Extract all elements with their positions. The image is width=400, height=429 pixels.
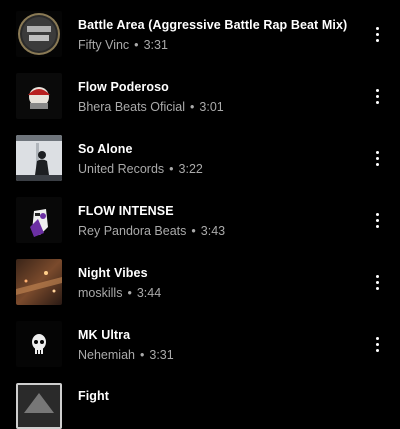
track-title: FLOW INTENSE: [78, 204, 174, 218]
track-title: So Alone: [78, 142, 133, 156]
track-duration: 3:44: [136, 286, 162, 300]
track-meta: Rey Pandora Beats • 3:43: [78, 224, 225, 238]
track-duration: 3:22: [178, 162, 203, 176]
track-artist: Bhera Beats Oficial: [78, 100, 185, 114]
more-options-icon[interactable]: [368, 23, 388, 47]
more-options-icon[interactable]: [368, 209, 388, 233]
night-city-lights-thumbnail: [16, 259, 62, 305]
separator-dot: •: [190, 100, 195, 114]
track-artist: Rey Pandora Beats: [78, 224, 187, 238]
separator-dot: •: [134, 38, 139, 52]
track-title: Night Vibes: [78, 266, 148, 280]
track-duration: 3:43: [200, 224, 226, 238]
track-title: MK Ultra: [78, 328, 131, 342]
more-options-icon[interactable]: [368, 333, 388, 357]
track-artist: United Records: [78, 162, 165, 176]
gold-coin-logo-thumbnail: [16, 11, 62, 57]
silhouette-window-thumbnail: [16, 135, 62, 181]
track-meta: United Records • 3:22: [78, 162, 203, 176]
track-duration: 3:31: [143, 38, 168, 52]
track-artist: moskills: [78, 286, 123, 300]
track-title: Battle Area (Aggressive Battle Rap Beat …: [78, 18, 348, 32]
track-artist: Nehemiah: [78, 348, 135, 362]
separator-dot: •: [191, 224, 196, 238]
track-duration: 3:01: [199, 100, 224, 114]
purple-character-thumbnail: [16, 197, 62, 243]
track-meta: Fifty Vinc • 3:31: [78, 38, 168, 52]
track-artist: Fifty Vinc: [78, 38, 130, 52]
track-list: Battle Area (Aggressive Battle Rap Beat …: [0, 0, 400, 429]
track-row-so-alone[interactable]: So Alone United Records • 3:22: [0, 127, 400, 189]
track-duration: 3:31: [149, 348, 174, 362]
separator-dot: •: [127, 286, 132, 300]
track-row-flow-poderoso[interactable]: Flow Poderoso Bhera Beats Oficial • 3:01: [0, 65, 400, 127]
skull-thumbnail: [16, 321, 62, 367]
track-row-fight[interactable]: Fight: [0, 375, 400, 429]
track-meta: Nehemiah • 3:31: [78, 348, 174, 362]
separator-dot: •: [169, 162, 174, 176]
separator-dot: •: [139, 348, 145, 362]
track-title: Flow Poderoso: [78, 80, 169, 94]
track-title: Fight: [78, 389, 110, 403]
track-row-flow-intense[interactable]: FLOW INTENSE Rey Pandora Beats • 3:43: [0, 189, 400, 251]
red-cap-character-thumbnail: [16, 73, 62, 119]
more-options-icon[interactable]: [368, 271, 388, 295]
more-options-icon[interactable]: [368, 147, 388, 171]
track-row-mk-ultra[interactable]: MK Ultra Nehemiah • 3:31: [0, 313, 400, 375]
more-options-icon[interactable]: [368, 85, 388, 109]
track-meta: Bhera Beats Oficial • 3:01: [78, 100, 224, 114]
dark-cover-thumbnail: [16, 383, 62, 429]
track-row-battle-area[interactable]: Battle Area (Aggressive Battle Rap Beat …: [0, 3, 400, 65]
track-meta: moskills • 3:44: [78, 286, 161, 300]
track-row-night-vibes[interactable]: Night Vibes moskills • 3:44: [0, 251, 400, 313]
